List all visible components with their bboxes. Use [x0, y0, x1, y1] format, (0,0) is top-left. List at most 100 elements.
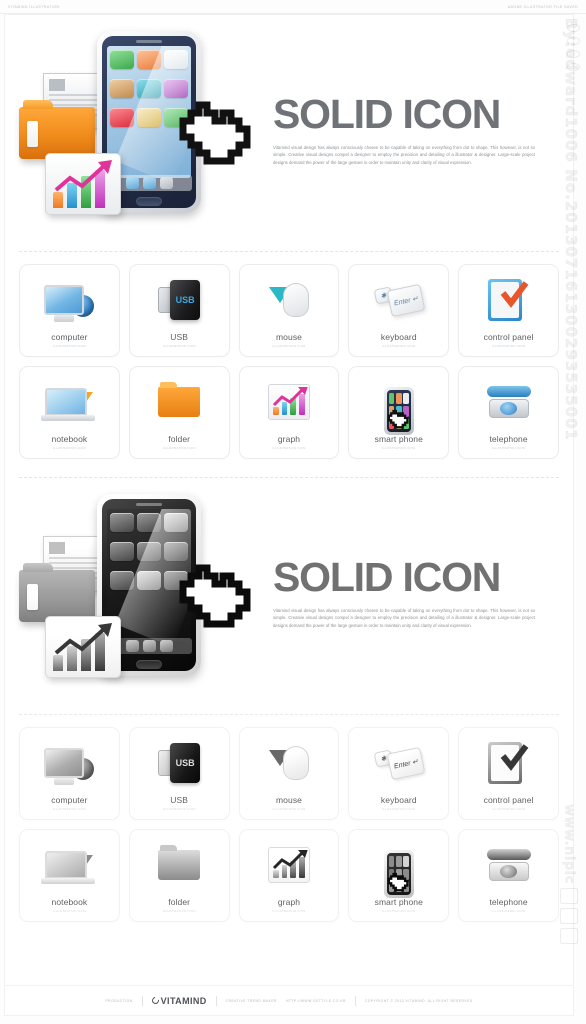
icon-card-folder[interactable]: folder ILLUSTRATION ICON: [128, 366, 230, 459]
pixel-hand-cursor: [179, 564, 251, 628]
hero-grayscale: SOLID ICON Vitamind visual design has al…: [5, 478, 573, 708]
phone-home-button: [136, 197, 162, 206]
icon-card-sublabel: ILLUSTRATION ICON: [272, 807, 306, 811]
icon-card-mouse[interactable]: mouse ILLUSTRATION ICON: [238, 727, 340, 820]
gray-folder-illustration: [19, 563, 95, 622]
graph-icon: [240, 836, 339, 894]
watermark-dot: [567, 37, 580, 45]
footer-url[interactable]: HTTP://WWW.GETTYLE.CO.KR: [286, 999, 346, 1003]
pixel-hand-cursor: [387, 409, 409, 429]
checkmark-icon: [500, 744, 528, 771]
icon-card-control-panel[interactable]: control panel ILLUSTRATION ICON: [458, 727, 559, 820]
icon-card-keyboard[interactable]: ✱ Enter ↵ keyboard ILLUSTRATION ICON: [348, 264, 450, 357]
orange-folder-illustration: [19, 100, 95, 159]
icon-card-sublabel: ILLUSTRATION ICON: [162, 909, 196, 913]
graph-icon: [240, 373, 339, 431]
section-color: SOLID ICON Vitamind visual design has al…: [5, 15, 573, 459]
icon-card-label: computer: [51, 795, 88, 805]
icon-card-label: USB: [170, 332, 189, 342]
hero-artwork-color: [5, 15, 273, 245]
phone-speaker: [136, 40, 162, 43]
icon-card-usb[interactable]: USB USB ILLUSTRATION ICON: [128, 727, 230, 820]
folder-icon: [130, 373, 229, 431]
icon-card-sublabel: ILLUSTRATION ICON: [52, 446, 86, 450]
control-panel-icon: [459, 271, 558, 329]
hero-copy-color: SOLID ICON Vitamind visual design has al…: [273, 93, 573, 167]
telephone-icon: [459, 373, 558, 431]
icon-grid-color: computer ILLUSTRATION ICON USB USB ILLUS…: [5, 252, 573, 459]
topbar-right-meta: ADOBE ILLUSTRATOR FILE SAVED: [507, 4, 578, 9]
watermark-dot: [567, 24, 580, 32]
icon-card-computer[interactable]: computer ILLUSTRATION ICON: [19, 727, 120, 820]
icon-card-label: keyboard: [380, 795, 417, 805]
icon-card-sublabel: ILLUSTRATION ICON: [492, 446, 526, 450]
icon-card-telephone[interactable]: telephone ILLUSTRATION ICON: [458, 366, 559, 459]
icon-card-smart-phone[interactable]: smart phone ILLUSTRATION ICON: [348, 829, 450, 922]
icon-card-label: keyboard: [380, 332, 417, 342]
icon-card-sublabel: ILLUSTRATION ICON: [382, 344, 416, 348]
icon-card-smart-phone[interactable]: smart phone ILLUSTRATION ICON: [348, 366, 450, 459]
icon-card-label: graph: [277, 897, 301, 907]
smart-phone-icon: [383, 382, 414, 440]
footer-separator: [215, 995, 217, 1006]
icon-card-computer[interactable]: computer ILLUSTRATION ICON: [19, 264, 120, 357]
icon-card-label: computer: [51, 332, 88, 342]
icon-card-sublabel: ILLUSTRATION ICON: [272, 909, 306, 913]
icon-card-sublabel: ILLUSTRATION ICON: [492, 909, 526, 913]
pixel-hand-cursor: [179, 101, 251, 165]
checkmark-icon: [500, 281, 528, 308]
icon-card-sublabel: ILLUSTRATION ICON: [162, 446, 196, 450]
bar-chart-illustration: [45, 153, 121, 215]
icon-card-label: telephone: [489, 434, 528, 444]
icon-card-label: notebook: [51, 434, 88, 444]
hero-color: SOLID ICON Vitamind visual design has al…: [5, 15, 573, 245]
icon-card-sublabel: ILLUSTRATION ICON: [382, 909, 416, 913]
footer-brand-text: VITAMIND: [160, 995, 207, 1006]
poster-frame: SOLID ICON Vitamind visual design has al…: [4, 14, 574, 1016]
document-block: [49, 79, 65, 91]
icon-card-graph[interactable]: graph ILLUSTRATION ICON: [238, 366, 340, 459]
telephone-icon: [459, 836, 558, 894]
icon-card-sublabel: ILLUSTRATION ICON: [492, 344, 526, 348]
icon-card-telephone[interactable]: telephone ILLUSTRATION ICON: [458, 829, 559, 922]
computer-icon: [20, 734, 119, 792]
icon-card-sublabel: ILLUSTRATION ICON: [272, 446, 306, 450]
trend-arrow-icon: [54, 623, 112, 655]
icon-card-sublabel: ILLUSTRATION ICON: [52, 344, 86, 348]
icon-card-control-panel[interactable]: control panel ILLUSTRATION ICON: [458, 264, 559, 357]
footer-copyright: Copyright © 2013 VITAMIND. ALL Right Res…: [364, 998, 473, 1003]
icon-card-graph[interactable]: graph ILLUSTRATION ICON: [238, 829, 340, 922]
icon-card-sublabel: ILLUSTRATION ICON: [272, 344, 306, 348]
icon-card-mouse[interactable]: mouse ILLUSTRATION ICON: [238, 264, 340, 357]
icon-card-label: notebook: [51, 897, 88, 907]
icon-card-folder[interactable]: folder ILLUSTRATION ICON: [128, 829, 230, 922]
icon-grid-grayscale: computer ILLUSTRATION ICON USB USB ILLUS…: [5, 715, 573, 922]
icon-card-keyboard[interactable]: ✱ Enter ↵ keyboard ILLUSTRATION ICON: [348, 727, 450, 820]
icon-card-label: mouse: [275, 332, 302, 342]
icon-card-label: graph: [277, 434, 301, 444]
footer-brand: VITAMIND: [150, 995, 207, 1006]
hero-artwork-grayscale: [5, 478, 273, 708]
icon-card-label: USB: [170, 795, 189, 805]
keyboard-icon: ✱ Enter ↵: [349, 271, 448, 329]
watermark-dot-column: [567, 24, 580, 71]
footer-production-label: PRODUCTION: [105, 998, 133, 1003]
folder-icon: [130, 836, 229, 894]
footer-bar: PRODUCTION VITAMIND CREATIVE TREND MAKER…: [5, 985, 573, 1015]
smart-phone-icon: [383, 845, 414, 903]
icon-card-usb[interactable]: USB USB ILLUSTRATION ICON: [128, 264, 230, 357]
control-panel-icon: [459, 734, 558, 792]
icon-card-label: control panel: [483, 332, 534, 342]
usb-icon: USB: [130, 271, 229, 329]
icon-card-sublabel: ILLUSTRATION ICON: [492, 807, 526, 811]
icon-card-sublabel: ILLUSTRATION ICON: [162, 807, 196, 811]
icon-card-label: telephone: [489, 897, 528, 907]
pixel-hand-cursor: [387, 872, 409, 892]
bar-chart-illustration: [45, 616, 121, 678]
icon-card-notebook[interactable]: notebook ILLUSTRATION ICON: [19, 829, 120, 922]
icon-card-notebook[interactable]: notebook ILLUSTRATION ICON: [19, 366, 120, 459]
hero-body-text: Vitamind visual design has always consci…: [273, 607, 535, 628]
mouse-icon: [240, 271, 339, 329]
hero-copy-grayscale: SOLID ICON Vitamind visual design has al…: [273, 556, 573, 630]
icon-card-label: folder: [168, 434, 191, 444]
